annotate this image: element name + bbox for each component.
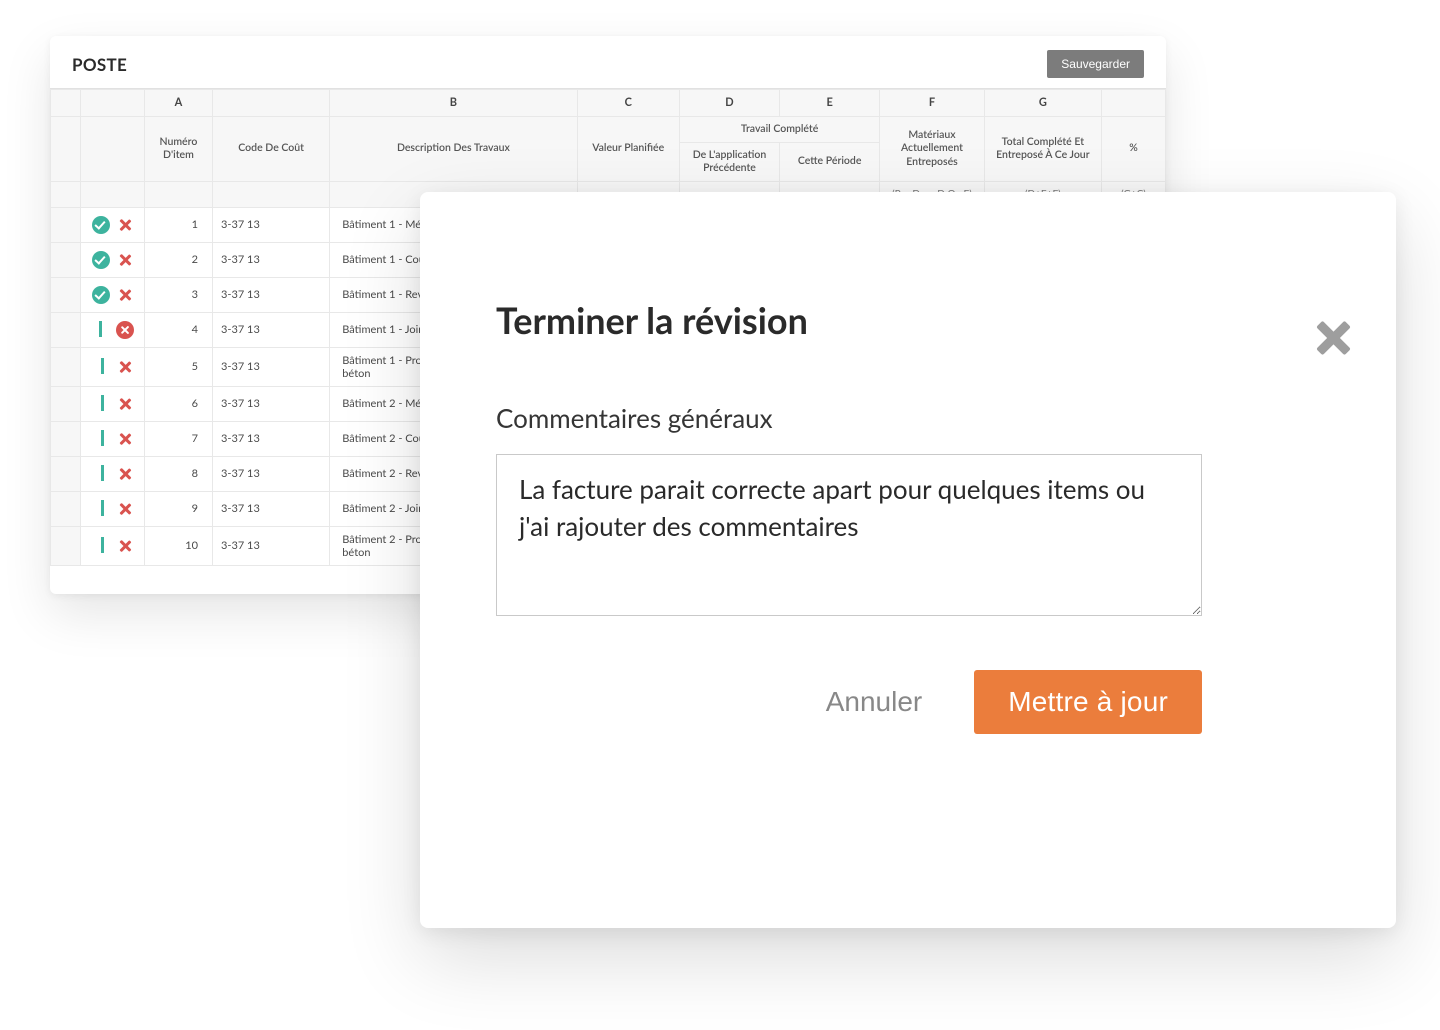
approve-icon[interactable] xyxy=(90,321,108,339)
col-total: Total Complété Et Entreposé À Ce Jour xyxy=(984,116,1101,181)
col-letter: E xyxy=(780,90,880,117)
reject-icon[interactable] xyxy=(118,502,132,516)
cell-cost-code: 3-37 13 xyxy=(213,207,330,242)
modal-title: Terminer la révision xyxy=(496,298,1320,342)
cell-item-no: 3 xyxy=(144,277,212,312)
col-letter: G xyxy=(984,90,1101,117)
approve-icon[interactable] xyxy=(92,537,110,555)
cell-item-no: 8 xyxy=(144,456,212,491)
update-button[interactable]: Mettre à jour xyxy=(974,670,1202,734)
approve-icon[interactable] xyxy=(92,251,110,269)
col-item-no: Numéro D'item xyxy=(144,116,212,181)
reject-icon[interactable] xyxy=(118,218,132,232)
reject-icon[interactable] xyxy=(118,397,132,411)
cell-item-no: 2 xyxy=(144,242,212,277)
approve-icon[interactable] xyxy=(92,430,110,448)
comments-textarea[interactable] xyxy=(496,454,1202,616)
cell-item-no: 10 xyxy=(144,526,212,565)
cell-item-no: 4 xyxy=(144,312,212,347)
col-materials: Matériaux Actuellement Entreposés xyxy=(880,116,984,181)
cell-cost-code: 3-37 13 xyxy=(213,491,330,526)
cell-item-no: 6 xyxy=(144,386,212,421)
cell-cost-code: 3-37 13 xyxy=(213,526,330,565)
reject-icon[interactable] xyxy=(116,321,134,339)
cell-item-no: 1 xyxy=(144,207,212,242)
reject-icon[interactable] xyxy=(118,360,132,374)
col-work-completed: Travail Complété xyxy=(679,116,879,142)
col-letter: B xyxy=(330,90,577,117)
cell-item-no: 5 xyxy=(144,347,212,386)
cell-cost-code: 3-37 13 xyxy=(213,312,330,347)
approve-icon[interactable] xyxy=(92,500,110,518)
cancel-button[interactable]: Annuler xyxy=(820,676,929,728)
col-planned-value: Valeur Planifiée xyxy=(577,116,679,181)
reject-icon[interactable] xyxy=(118,432,132,446)
cell-cost-code: 3-37 13 xyxy=(213,421,330,456)
approve-icon[interactable] xyxy=(92,395,110,413)
col-this-period: Cette Période xyxy=(780,142,880,181)
reject-icon[interactable] xyxy=(118,288,132,302)
column-letters-row: A B C D E F G xyxy=(51,90,1166,117)
col-letter: F xyxy=(880,90,984,117)
cell-cost-code: 3-37 13 xyxy=(213,242,330,277)
approve-icon[interactable] xyxy=(92,286,110,304)
panel-title: POSTE xyxy=(72,54,127,75)
col-prev-app: De L'application Précédente xyxy=(679,142,779,181)
save-button[interactable]: Sauvegarder xyxy=(1047,50,1144,78)
cell-cost-code: 3-37 13 xyxy=(213,347,330,386)
cell-cost-code: 3-37 13 xyxy=(213,277,330,312)
col-percent: % xyxy=(1101,116,1165,181)
approve-icon[interactable] xyxy=(92,358,110,376)
finish-review-modal: Terminer la révision Commentaires généra… xyxy=(420,192,1396,928)
col-letter: C xyxy=(577,90,679,117)
close-icon[interactable] xyxy=(1310,316,1354,360)
reject-icon[interactable] xyxy=(118,253,132,267)
col-letter: D xyxy=(679,90,779,117)
cell-item-no: 9 xyxy=(144,491,212,526)
cell-item-no: 7 xyxy=(144,421,212,456)
column-headers-row: Numéro D'item Code De Coût Description D… xyxy=(51,116,1166,142)
reject-icon[interactable] xyxy=(118,539,132,553)
comments-label: Commentaires généraux xyxy=(496,402,1320,434)
col-letter: A xyxy=(144,90,212,117)
cell-cost-code: 3-37 13 xyxy=(213,456,330,491)
reject-icon[interactable] xyxy=(118,467,132,481)
col-cost-code: Code De Coût xyxy=(213,116,330,181)
col-description: Description Des Travaux xyxy=(330,116,577,181)
approve-icon[interactable] xyxy=(92,216,110,234)
cell-cost-code: 3-37 13 xyxy=(213,386,330,421)
approve-icon[interactable] xyxy=(92,465,110,483)
